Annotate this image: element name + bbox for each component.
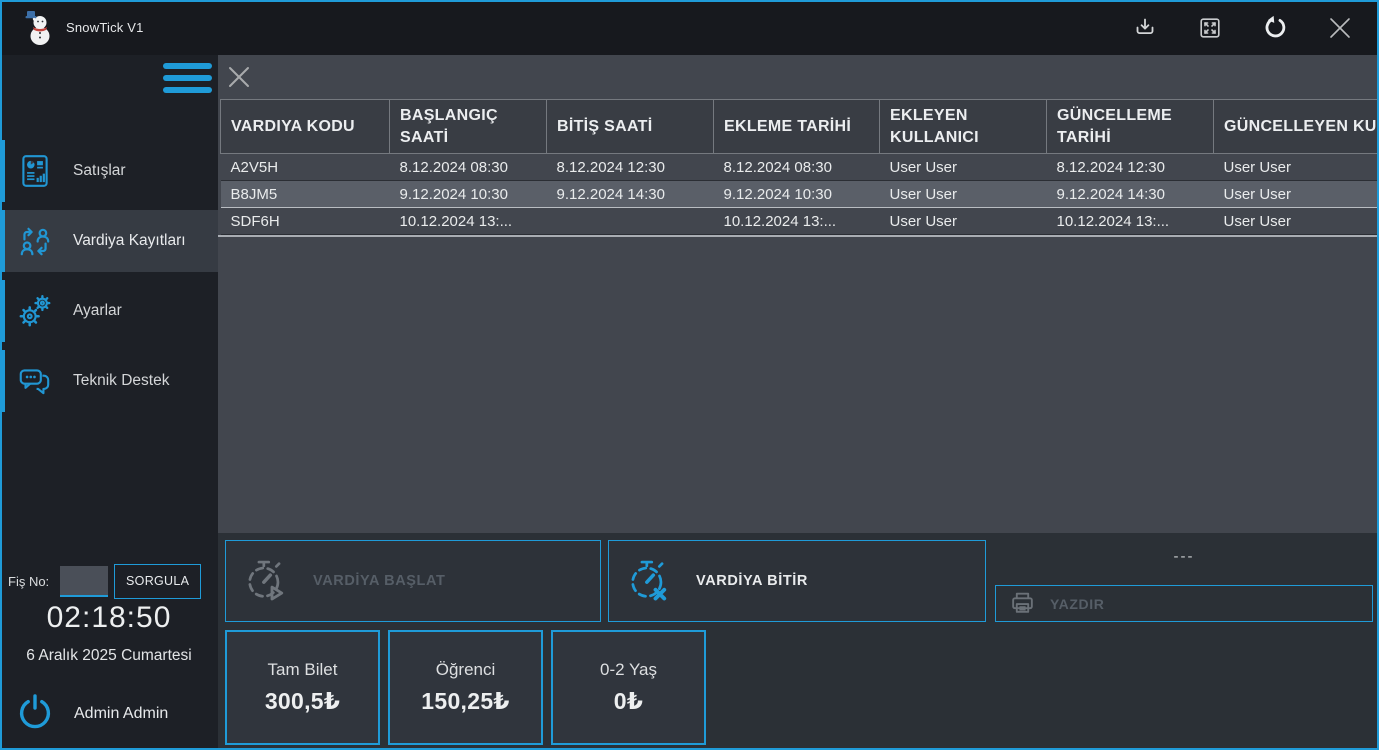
col-guncelleyen-kullanici[interactable]: GÜNCELLEYEN KULLANICI (1214, 100, 1379, 154)
sidebar-item-satislar[interactable]: Satışlar (0, 140, 218, 202)
cell: 10.12.2024 13:... (390, 208, 547, 235)
sidebar-item-teknik-destek[interactable]: Teknik Destek (0, 350, 218, 412)
cell (547, 208, 714, 235)
download-icon[interactable] (1132, 15, 1158, 41)
cell: 10.12.2024 13:... (714, 208, 880, 235)
shift-table: VARDIYA KODU BAŞLANGIÇ SAATİ BİTİŞ SAATİ… (220, 99, 1379, 235)
close-icon[interactable] (1327, 15, 1353, 41)
sidebar-item-label: Vardiya Kayıtları (73, 232, 186, 250)
col-guncelleme-tarihi[interactable]: GÜNCELLEME TARİHİ (1047, 100, 1214, 154)
settings-gears-icon (16, 292, 54, 330)
tab-close-icon[interactable] (227, 65, 251, 89)
cell: 9.12.2024 14:30 (547, 181, 714, 208)
sidebar: Satışlar Vardiya Kayıtla (0, 55, 218, 750)
fullscreen-icon[interactable] (1197, 15, 1223, 41)
ticket-label: Öğrenci (436, 660, 496, 680)
sidebar-item-label: Ayarlar (73, 302, 122, 320)
cell: User User (1214, 208, 1379, 235)
vardiya-bitir-button[interactable]: VARDİYA BİTİR (608, 540, 986, 622)
cell: 8.12.2024 08:30 (714, 154, 880, 181)
cell: 8.12.2024 08:30 (390, 154, 547, 181)
sidebar-item-label: Teknik Destek (73, 372, 169, 390)
new-row-indicator (218, 235, 1379, 237)
content-area: VARDIYA KODU BAŞLANGIÇ SAATİ BİTİŞ SAATİ… (218, 55, 1379, 750)
table-row[interactable]: SDF6H 10.12.2024 13:... 10.12.2024 13:..… (221, 208, 1379, 235)
sales-report-icon (16, 152, 54, 190)
col-ekleme-tarihi[interactable]: EKLEME TARİHİ (714, 100, 880, 154)
nav-accent-bar (0, 280, 5, 342)
sidebar-item-ayarlar[interactable]: Ayarlar (0, 280, 218, 342)
ticket-price: 300,5₺ (265, 688, 340, 715)
shift-records-icon (16, 222, 54, 260)
nav-accent-bar (0, 210, 5, 272)
ticket-ogrenci-button[interactable]: Öğrenci 150,25₺ (388, 630, 543, 745)
cell: User User (880, 181, 1047, 208)
clock: 02:18:50 (0, 601, 218, 635)
hamburger-menu-icon[interactable] (163, 63, 212, 93)
power-icon (16, 692, 54, 737)
cell: SDF6H (221, 208, 390, 235)
cell: 8.12.2024 12:30 (1047, 154, 1214, 181)
yazdir-label: YAZDIR (1050, 596, 1104, 612)
receipt-query: Fiş No: SORGULA (8, 563, 201, 599)
sidebar-item-label: Satışlar (73, 162, 126, 180)
cell: User User (880, 208, 1047, 235)
print-status-text: --- (995, 548, 1373, 565)
yazdir-button[interactable]: YAZDIR (995, 585, 1373, 622)
refresh-icon[interactable] (1262, 15, 1288, 41)
stopwatch-end-icon (624, 555, 674, 608)
vardiya-baslat-button[interactable]: VARDİYA BAŞLAT (225, 540, 601, 622)
ticket-0-2-yas-button[interactable]: 0-2 Yaş 0₺ (551, 630, 706, 745)
nav-accent-bar (0, 350, 5, 412)
cell: 9.12.2024 10:30 (714, 181, 880, 208)
col-vardiya-kodu[interactable]: VARDIYA KODU (221, 100, 390, 154)
cell: 10.12.2024 13:... (1047, 208, 1214, 235)
nav-accent-bar (0, 140, 5, 202)
table-row[interactable]: A2V5H 8.12.2024 08:30 8.12.2024 12:30 8.… (221, 154, 1379, 181)
ticket-price: 150,25₺ (421, 688, 509, 715)
cell: User User (1214, 181, 1379, 208)
table-header-row: VARDIYA KODU BAŞLANGIÇ SAATİ BİTİŞ SAATİ… (221, 100, 1379, 154)
user-name: Admin Admin (74, 705, 168, 723)
cell: 8.12.2024 12:30 (547, 154, 714, 181)
cell: A2V5H (221, 154, 390, 181)
shift-table-wrap: VARDIYA KODU BAŞLANGIÇ SAATİ BİTİŞ SAATİ… (218, 98, 1379, 533)
snowman-logo-icon (24, 9, 58, 47)
table-row-selected[interactable]: B8JM5 9.12.2024 10:30 9.12.2024 14:30 9.… (221, 181, 1379, 208)
app-window: SnowTick V1 (0, 0, 1379, 750)
app-title: SnowTick V1 (66, 20, 144, 35)
receipt-no-input[interactable] (60, 566, 108, 597)
bottom-panel: VARDİYA BAŞLAT VARDİYA BİTİR --- (218, 533, 1379, 750)
receipt-no-label: Fiş No: (8, 574, 49, 589)
cell: 9.12.2024 14:30 (1047, 181, 1214, 208)
col-ekleyen-kullanici[interactable]: EKLEYEN KULLANICI (880, 100, 1047, 154)
ticket-tam-bilet-button[interactable]: Tam Bilet 300,5₺ (225, 630, 380, 745)
cell: User User (1214, 154, 1379, 181)
printer-icon (1009, 589, 1036, 619)
logout-user[interactable]: Admin Admin (16, 693, 168, 735)
date: 6 Aralık 2025 Cumartesi (0, 647, 218, 665)
window-controls (1132, 15, 1353, 41)
stopwatch-start-icon (241, 555, 291, 608)
cell: B8JM5 (221, 181, 390, 208)
support-chat-icon (16, 362, 54, 400)
sidebar-item-vardiya-kayitlari[interactable]: Vardiya Kayıtları (0, 210, 218, 272)
vardiya-baslat-label: VARDİYA BAŞLAT (313, 573, 445, 589)
vardiya-bitir-label: VARDİYA BİTİR (696, 573, 808, 589)
sidebar-nav: Satışlar Vardiya Kayıtla (0, 140, 218, 420)
ticket-price: 0₺ (614, 688, 643, 715)
col-baslangic-saati[interactable]: BAŞLANGIÇ SAATİ (390, 100, 547, 154)
sorgula-button[interactable]: SORGULA (114, 564, 201, 599)
cell: User User (880, 154, 1047, 181)
titlebar: SnowTick V1 (0, 0, 1379, 55)
cell: 9.12.2024 10:30 (390, 181, 547, 208)
ticket-label: 0-2 Yaş (600, 660, 657, 680)
col-bitis-saati[interactable]: BİTİŞ SAATİ (547, 100, 714, 154)
ticket-label: Tam Bilet (268, 660, 338, 680)
